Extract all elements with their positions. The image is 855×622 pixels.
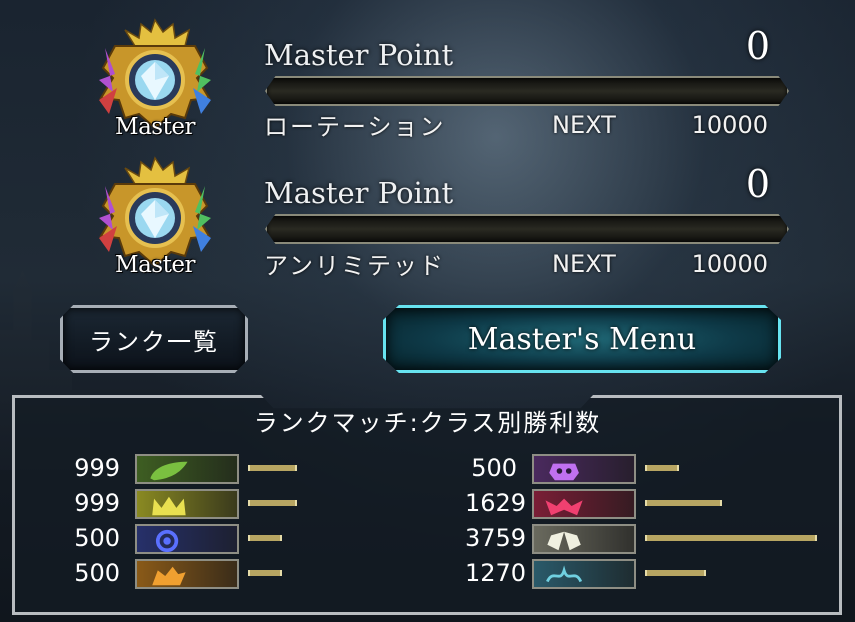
class-wins-title: ランクマッチ:クラス別勝利数 [253,409,602,437]
class-wins-bar [248,570,282,576]
class-wins-count: 3759 [465,524,527,552]
class-wins-bar [645,570,706,576]
dragoncraft-dragon-icon [135,559,239,589]
shadowcraft-skull-icon [532,454,636,484]
bloodcraft-bat-icon [532,489,636,519]
master-point-progress-bar [265,214,789,244]
portalcraft-gear-icon [532,559,636,589]
class-wins-bar [248,535,282,541]
rank-list-button[interactable]: ランク一覧 [60,305,248,373]
next-points-value: 10000 [691,250,768,278]
class-wins-count: 500 [74,524,120,552]
master-rank-badge: Master [95,156,215,284]
masters-menu-button[interactable]: Master's Menu [383,305,781,373]
next-label: NEXT [552,250,616,278]
swordcraft-crown-icon [135,489,239,519]
runecraft-rune-icon [135,524,239,554]
master-point-value: 0 [745,24,770,68]
class-wins-count: 999 [74,489,120,517]
havencraft-wings-icon [532,524,636,554]
master-point-title: Master Point [264,38,454,72]
master-point-progress-bar [265,76,789,106]
class-wins-bar [248,465,297,471]
master-point-value: 0 [745,162,770,206]
class-wins-count: 1629 [465,489,527,517]
forestcraft-leaf-icon [135,454,239,484]
class-wins-count: 500 [471,454,517,482]
class-wins-bar [645,465,679,471]
class-wins-count: 500 [74,559,120,587]
badge-label: Master [115,114,195,140]
next-label: NEXT [552,111,616,139]
class-wins-bar [645,535,817,541]
class-wins-bar [248,500,297,506]
master-rank-badge: Master [95,18,215,146]
master-point-title: Master Point [264,176,454,210]
next-points-value: 10000 [691,111,768,139]
class-wins-count: 999 [74,454,120,482]
badge-label: Master [115,252,195,278]
rank-mode-label: アンリミテッド [264,252,446,280]
class-wins-count: 1270 [465,559,527,587]
class-wins-bar [645,500,722,506]
rank-mode-label: ローテーション [264,113,446,141]
